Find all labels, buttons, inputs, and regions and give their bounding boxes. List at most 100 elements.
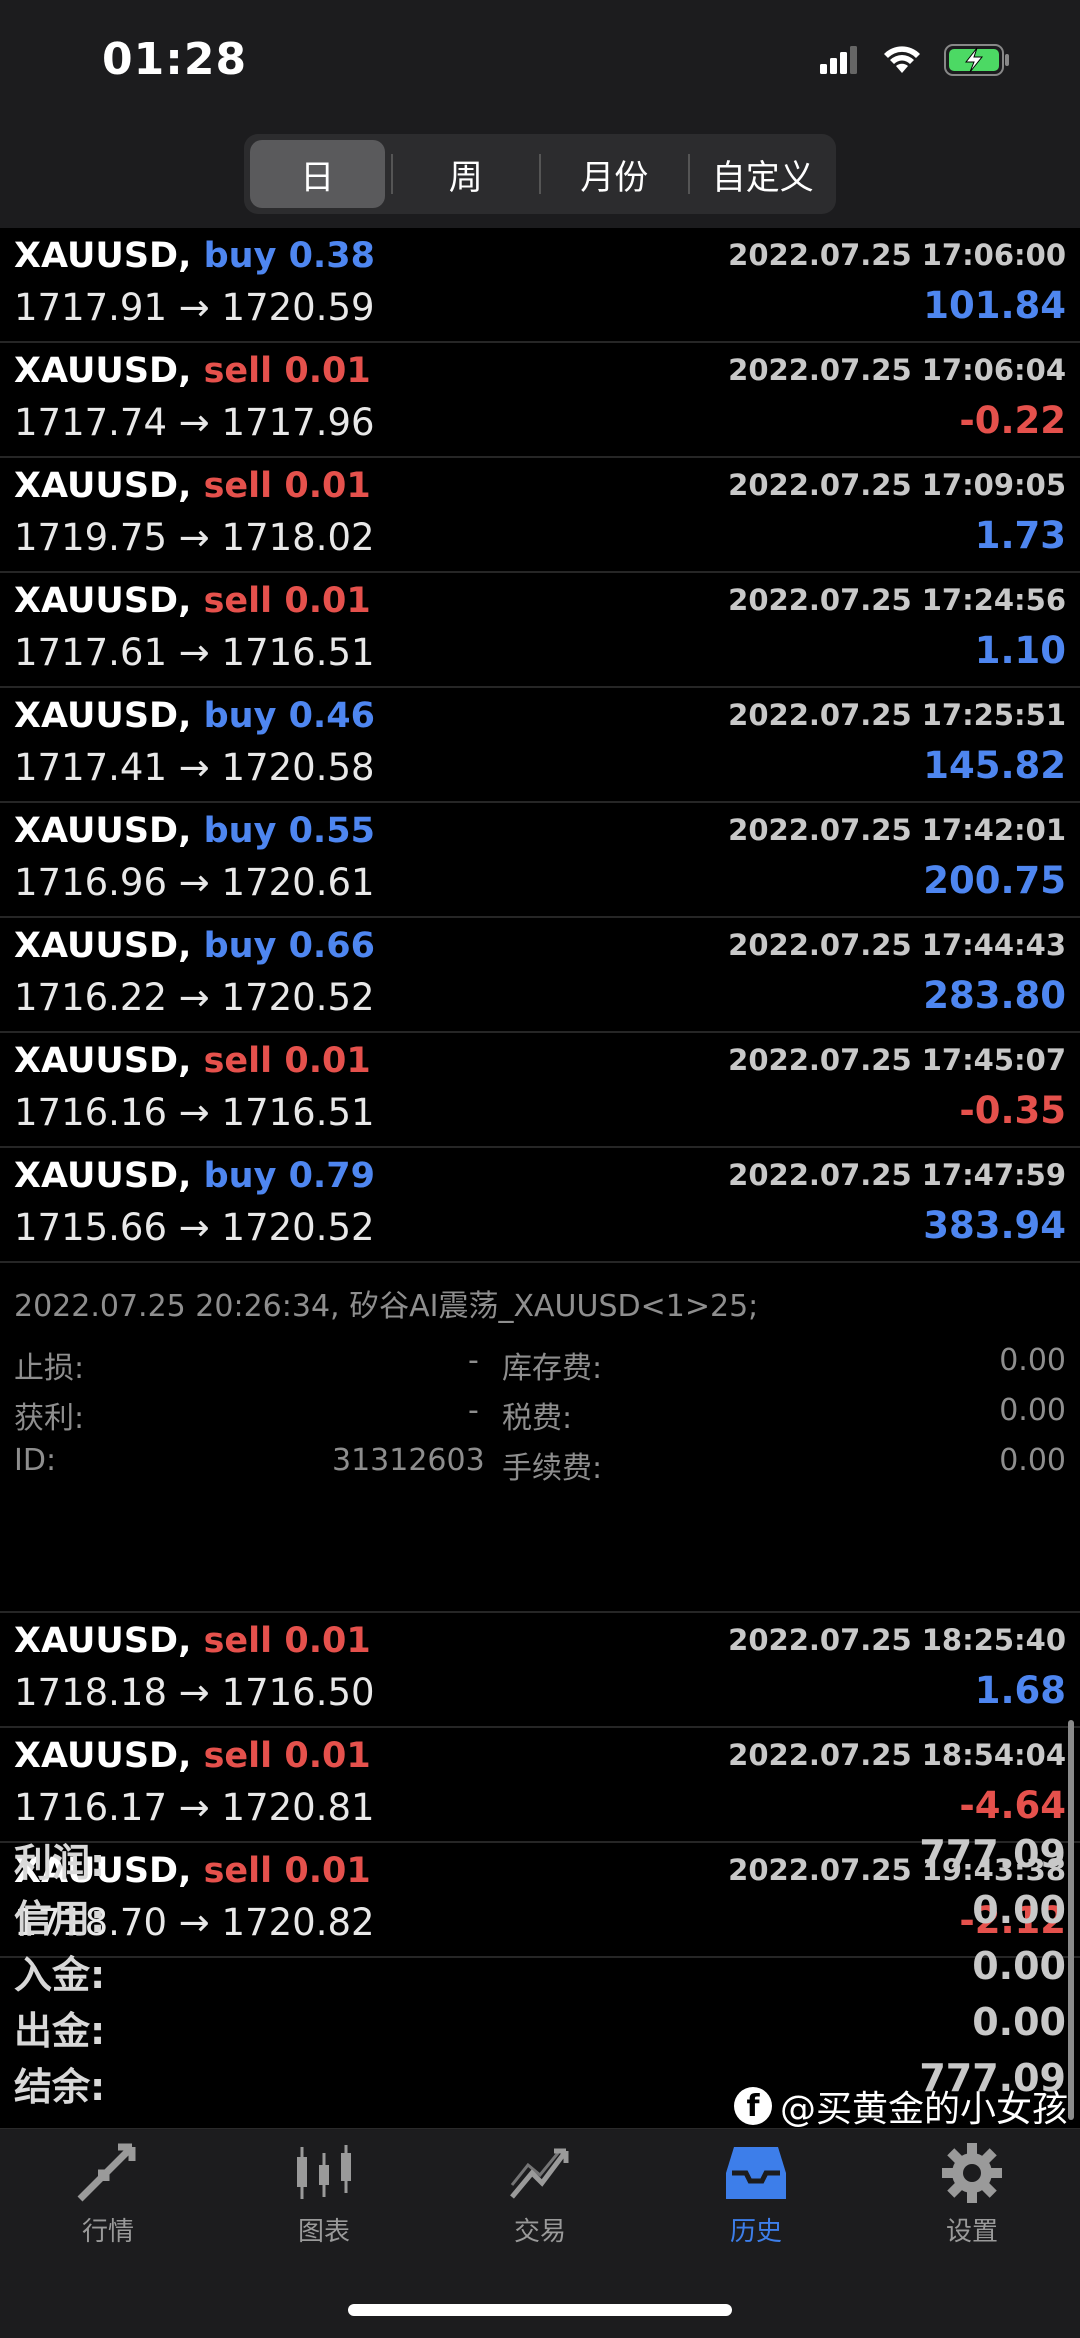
status-time: 01:28: [102, 34, 248, 85]
take-profit-value: -: [468, 1393, 479, 1428]
trade-symbol: XAUUSD,: [14, 351, 192, 391]
tab-custom[interactable]: 自定义: [696, 140, 831, 208]
trade-profit: 283.80: [923, 974, 1066, 1017]
trade-row[interactable]: XAUUSD, sell 0.01 2022.07.25 17:24:56 1717…: [0, 573, 1080, 688]
trade-prices: 1718.18 → 1716.50: [14, 1671, 375, 1714]
close-price: 1720.59: [221, 286, 375, 329]
arrow-right-icon: →: [167, 286, 222, 329]
close-price: 1720.52: [221, 976, 375, 1019]
open-price: 1716.96: [14, 861, 168, 904]
trade-prices: 1717.61 → 1716.51: [14, 631, 375, 674]
trade-row[interactable]: XAUUSD, sell 0.01 2022.07.25 17:45:07 1716…: [0, 1033, 1080, 1148]
trade-side: sell: [203, 1041, 273, 1081]
header: 01:28 日 周 月份 自定义: [0, 0, 1080, 228]
divider: [687, 154, 690, 194]
tax-value: 0.00: [999, 1393, 1066, 1428]
tab-quotes[interactable]: 行情: [18, 2143, 198, 2248]
trade-prices: 1717.41 → 1720.58: [14, 746, 375, 789]
trade-detail[interactable]: 2022.07.25 20:26:34, 矽谷AI震荡_XAUUSD<1>25;…: [0, 1263, 1080, 1613]
trade-profit: 145.82: [923, 744, 1066, 787]
scrollbar[interactable]: [1068, 1720, 1074, 2120]
trade-datetime: 2022.07.25 17:45:07: [728, 1043, 1066, 1077]
close-price: 1720.52: [221, 1206, 375, 1249]
arrow-right-icon: →: [167, 976, 222, 1019]
trade-row[interactable]: XAUUSD, buy 0.66 2022.07.25 17:44:43 1716.…: [0, 918, 1080, 1033]
trade-title: XAUUSD, buy 0.38: [14, 236, 375, 276]
trade-datetime: 2022.07.25 18:54:04: [728, 1738, 1066, 1772]
trade-side: buy: [203, 926, 277, 966]
trade-prices: 1716.22 → 1720.52: [14, 976, 375, 1019]
swap-value: 0.00: [999, 1343, 1066, 1378]
open-price: 1718.18: [14, 1671, 168, 1714]
close-price: 1716.51: [221, 1091, 375, 1134]
tab-label: 交易: [513, 2217, 566, 2247]
trade-volume: 0.01: [284, 1041, 371, 1081]
trade-volume: 0.38: [288, 236, 375, 276]
tab-history[interactable]: 历史: [666, 2143, 846, 2248]
close-price: 1717.96: [221, 401, 375, 444]
summary-label: 信用:: [14, 1897, 106, 1941]
trade-volume: 0.01: [284, 581, 371, 621]
trade-side: buy: [203, 1156, 277, 1196]
trade-symbol: XAUUSD,: [14, 811, 192, 851]
trade-symbol: XAUUSD,: [14, 696, 192, 736]
trade-profit: 1.73: [974, 514, 1066, 557]
trade-volume: 0.46: [288, 696, 375, 736]
trade-profit: -0.22: [959, 399, 1066, 442]
tab-month[interactable]: 月份: [547, 140, 682, 208]
summary-row: 利润: 777.09: [0, 1830, 1080, 1886]
summary-value: 0.00: [972, 1944, 1066, 1988]
tab-charts[interactable]: 图表: [234, 2143, 414, 2248]
close-price: 1716.50: [221, 1671, 375, 1714]
trade-prices: 1716.17 → 1720.81: [14, 1786, 375, 1829]
trade-row[interactable]: XAUUSD, sell 0.01 2022.07.25 17:09:05 1719…: [0, 458, 1080, 573]
trade-volume: 0.01: [284, 466, 371, 506]
trade-title: XAUUSD, sell 0.01: [14, 1041, 371, 1081]
arrow-right-icon: →: [167, 401, 222, 444]
trade-row[interactable]: XAUUSD, buy 0.79 2022.07.25 17:47:59 1715.…: [0, 1148, 1080, 1263]
trade-row[interactable]: XAUUSD, buy 0.55 2022.07.25 17:42:01 1716.…: [0, 803, 1080, 918]
trade-volume: 0.66: [288, 926, 375, 966]
arrow-right-icon: →: [167, 746, 222, 789]
trade-datetime: 2022.07.25 18:25:40: [728, 1623, 1066, 1657]
trade-side: sell: [203, 581, 273, 621]
divider: [539, 154, 541, 194]
open-price: 1716.16: [14, 1091, 168, 1134]
trade-row[interactable]: XAUUSD, buy 0.46 2022.07.25 17:25:51 1717.…: [0, 688, 1080, 803]
tab-settings[interactable]: 设置: [882, 2143, 1062, 2248]
trade-row[interactable]: XAUUSD, sell 0.01 2022.07.25 17:06:04 1717…: [0, 343, 1080, 458]
trade-side: sell: [203, 351, 273, 391]
trade-comment: 2022.07.25 20:26:34, 矽谷AI震荡_XAUUSD<1>25;: [14, 1289, 759, 1324]
trade-datetime: 2022.07.25 17:06:04: [728, 353, 1066, 387]
tab-week[interactable]: 周: [399, 140, 534, 208]
trade-side: sell: [203, 1621, 273, 1661]
arrow-right-icon: →: [167, 861, 222, 904]
trade-symbol: XAUUSD,: [14, 581, 192, 621]
trade-datetime: 2022.07.25 17:06:00: [728, 238, 1066, 272]
trade-volume: 0.79: [288, 1156, 375, 1196]
trade-datetime: 2022.07.25 17:24:56: [728, 583, 1066, 617]
open-price: 1717.41: [14, 746, 168, 789]
trade-profit: -4.64: [959, 1784, 1066, 1827]
tab-label: 设置: [945, 2217, 998, 2247]
watermark-text: @买黄金的小女孩: [779, 2089, 1068, 2130]
status-icons: [820, 44, 1010, 76]
trade-row[interactable]: XAUUSD, sell 0.01 2022.07.25 18:25:40 1718…: [0, 1613, 1080, 1728]
tab-label: 行情: [81, 2217, 134, 2247]
open-price: 1719.75: [14, 516, 168, 559]
trade-row[interactable]: XAUUSD, sell 0.01 2022.07.25 18:54:04 1716…: [0, 1728, 1080, 1843]
tab-label: 历史: [729, 2217, 782, 2247]
trade-prices: 1716.96 → 1720.61: [14, 861, 375, 904]
arrow-right-icon: →: [167, 631, 222, 674]
summary-row: 入金: 0.00: [0, 1942, 1080, 1998]
summary-row: 出金: 0.00: [0, 1998, 1080, 2054]
tab-trade[interactable]: 交易: [450, 2143, 630, 2248]
open-price: 1717.91: [14, 286, 168, 329]
open-price: 1716.17: [14, 1786, 168, 1829]
trade-title: XAUUSD, sell 0.01: [14, 581, 371, 621]
trade-title: XAUUSD, buy 0.66: [14, 926, 375, 966]
trade-title: XAUUSD, buy 0.55: [14, 811, 375, 851]
tab-day[interactable]: 日: [250, 140, 385, 208]
trade-profit: -0.35: [959, 1089, 1066, 1132]
trade-row[interactable]: XAUUSD, buy 0.38 2022.07.25 17:06:00 1717.…: [0, 228, 1080, 343]
